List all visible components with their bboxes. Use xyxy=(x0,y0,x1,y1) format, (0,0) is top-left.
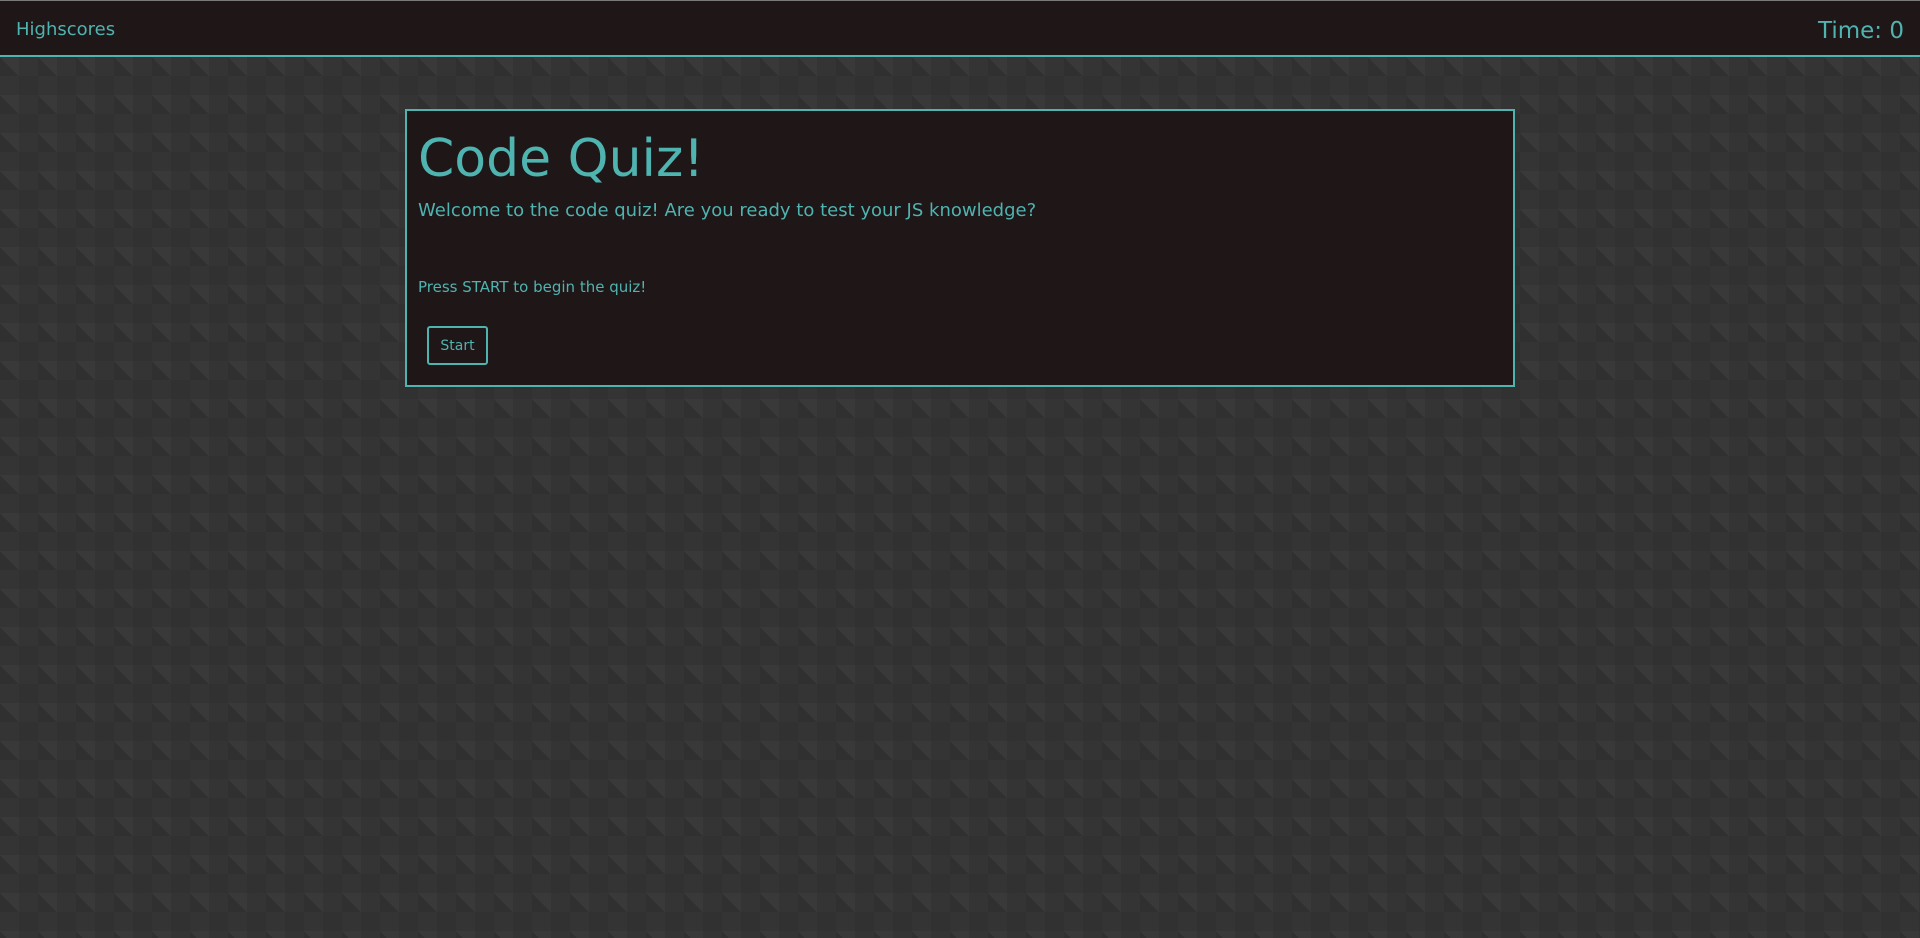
quiz-welcome-text: Welcome to the code quiz! Are you ready … xyxy=(418,200,1037,221)
timer-display: Time: 0 xyxy=(1818,18,1904,44)
quiz-instructions: Press START to begin the quiz! xyxy=(418,278,647,296)
top-navbar: Highscores Time: 0 xyxy=(0,0,1920,57)
quiz-title: Code Quiz! xyxy=(418,129,705,189)
start-button[interactable]: Start xyxy=(427,326,488,365)
highscores-link[interactable]: Highscores xyxy=(16,19,115,41)
quiz-start-card: Code Quiz! Welcome to the code quiz! Are… xyxy=(405,109,1515,387)
